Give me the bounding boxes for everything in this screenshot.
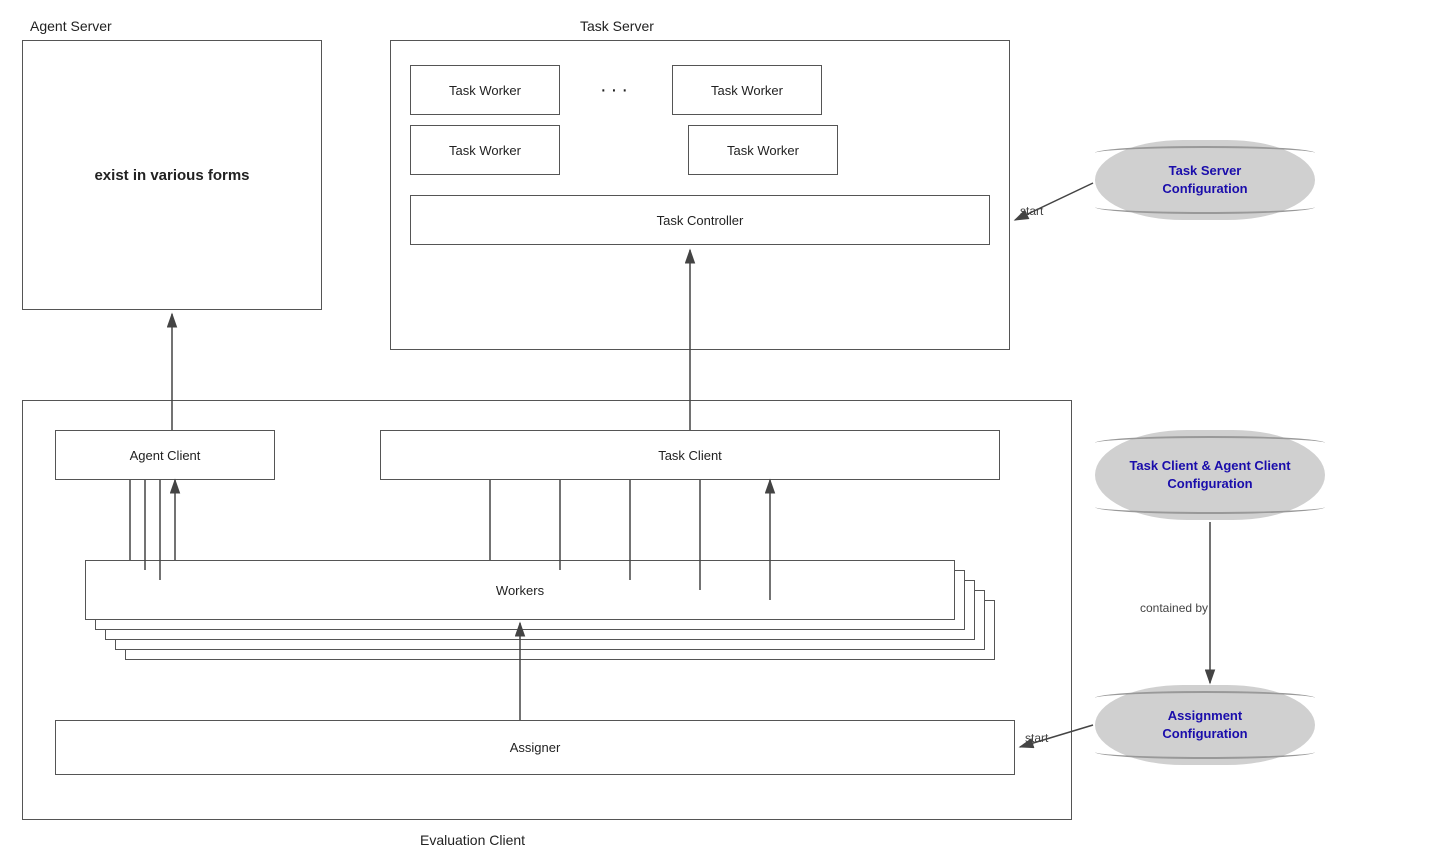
svg-text:contained by: contained by xyxy=(1140,601,1208,615)
svg-text:start: start xyxy=(1020,204,1044,218)
task-server-label: Task Server xyxy=(580,18,654,34)
task-server-config-label: Task ServerConfiguration xyxy=(1162,162,1247,198)
task-worker-box-4: Task Worker xyxy=(688,125,838,175)
assigner-box: Assigner xyxy=(55,720,1015,775)
task-worker-row2: Task Worker Task Worker xyxy=(410,125,838,175)
task-server-config-shape: Task ServerConfiguration xyxy=(1095,140,1315,220)
task-worker-box-2: Task Worker xyxy=(672,65,822,115)
assignment-config-label: AssignmentConfiguration xyxy=(1162,707,1247,743)
agent-client-box: Agent Client xyxy=(55,430,275,480)
task-worker-box-1: Task Worker xyxy=(410,65,560,115)
diagram-container: Agent Server exist in various forms Task… xyxy=(0,0,1432,865)
task-worker-dots: ··· xyxy=(570,79,662,102)
assignment-config-shape: AssignmentConfiguration xyxy=(1095,685,1315,765)
agent-server-box: exist in various forms xyxy=(22,40,322,310)
task-server-config: Task ServerConfiguration xyxy=(1095,140,1315,220)
agent-server-label: Agent Server xyxy=(30,18,112,34)
assignment-config: AssignmentConfiguration xyxy=(1095,685,1315,765)
task-controller-box: Task Controller xyxy=(410,195,990,245)
workers-box-1: Workers xyxy=(85,560,955,620)
agent-server-content: exist in various forms xyxy=(94,167,249,184)
task-worker-box-3: Task Worker xyxy=(410,125,560,175)
task-agent-config-label: Task Client & Agent ClientConfiguration xyxy=(1129,457,1290,493)
task-worker-row1: Task Worker ··· Task Worker xyxy=(410,65,822,115)
task-agent-config-shape: Task Client & Agent ClientConfiguration xyxy=(1095,430,1325,520)
task-client-box: Task Client xyxy=(380,430,1000,480)
eval-client-label: Evaluation Client xyxy=(420,832,525,848)
task-agent-config: Task Client & Agent ClientConfiguration xyxy=(1095,430,1325,520)
